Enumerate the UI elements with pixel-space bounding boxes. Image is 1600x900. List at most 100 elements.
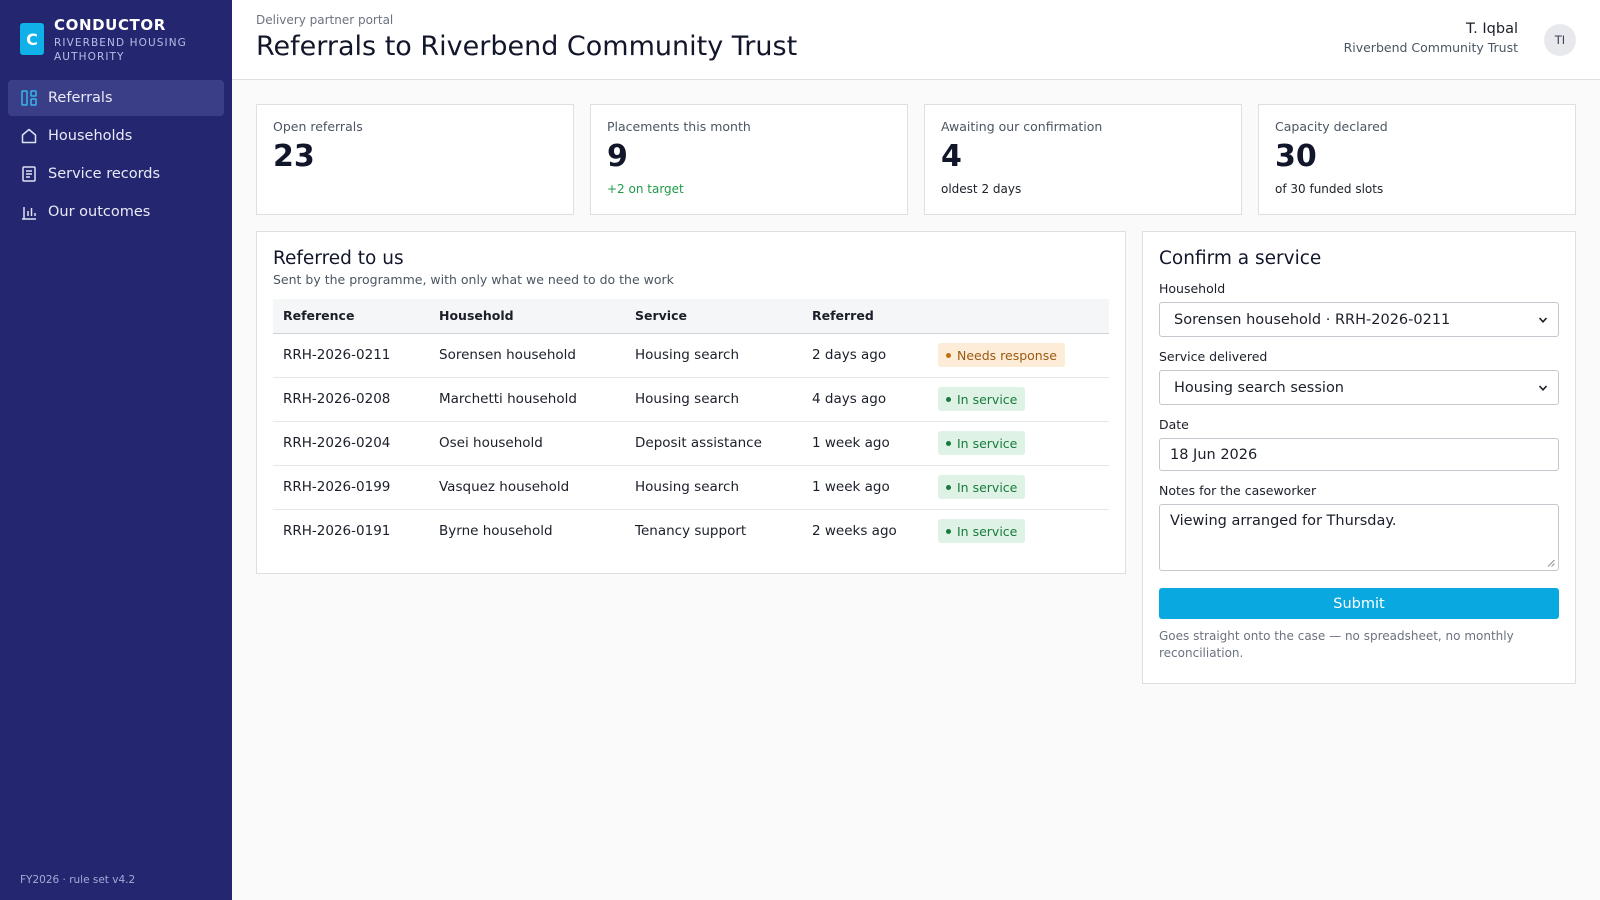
referrals-table: Reference Household Service Referred RRH… [273, 299, 1109, 553]
sidebar-item-label: Service records [48, 166, 161, 182]
status-badge: In service [938, 475, 1026, 499]
document-icon [22, 166, 36, 182]
cell-status: In service [928, 509, 1109, 553]
table-row[interactable]: RRH-2026-0204 Osei household Deposit ass… [273, 421, 1109, 466]
column-header[interactable]: Service [625, 299, 802, 334]
brand-name: CONDUCTOR [54, 16, 166, 34]
cell-reference: RRH-2026-0191 [283, 523, 391, 540]
status-label: In service [957, 523, 1018, 539]
stat-label: Capacity declared [1275, 119, 1388, 134]
referrals-title: Referred to us [273, 248, 404, 269]
status-label: In service [957, 479, 1018, 495]
column-header[interactable]: Household [429, 299, 625, 334]
status-badge: In service [938, 431, 1026, 455]
notes-value: Viewing arranged for Thursday. [1170, 513, 1397, 529]
status-dot [946, 528, 951, 534]
version-footer: FY2026 · rule set v4.2 [20, 874, 136, 886]
notes-label: Notes for the caseworker [1159, 483, 1317, 498]
cell-reference: RRH-2026-0208 [273, 377, 429, 422]
stat-sub: oldest 2 days [941, 182, 1022, 196]
user-org: Riverbend Community Trust [1343, 40, 1518, 55]
cell-service: Tenancy support [635, 523, 747, 540]
bar-chart-icon [22, 207, 36, 220]
cell-status: In service [928, 377, 1109, 422]
stat-label: Open referrals [273, 119, 363, 134]
cell-service: Housing search [625, 465, 802, 510]
cell-service: Deposit assistance [625, 421, 802, 466]
status-dot [946, 484, 951, 490]
cell-referred: 1 week ago [802, 421, 928, 466]
stat-value: 30 [1275, 139, 1317, 174]
submit-hint: Goes straight onto the case — no spreads… [1159, 629, 1514, 660]
table-row[interactable]: RRH-2026-0211 Sorensen household Housing… [273, 333, 1109, 378]
stat-sub: +2 on target [607, 182, 684, 196]
household-select[interactable]: Sorensen household · RRH-2026-0211 [1159, 302, 1559, 337]
stat-value: 23 [273, 139, 315, 174]
cell-household: Sorensen household [429, 333, 625, 378]
chevron-down-icon [1538, 385, 1548, 391]
date-input[interactable]: 18 Jun 2026 [1159, 438, 1559, 471]
table-row[interactable]: RRH-2026-0191 Byrne household Tenancy su… [273, 509, 1109, 553]
cell-reference: RRH-2026-0204 [273, 421, 429, 466]
cell-household: Byrne household [439, 523, 553, 540]
status-badge: In service [938, 387, 1026, 411]
stat-card-capacity: Capacity declared 30 of 30 funded slots [1258, 104, 1576, 215]
table-row[interactable]: RRH-2026-0208 Marchetti household Housin… [273, 377, 1109, 422]
stat-card-open-referrals: Open referrals 23 [256, 104, 574, 215]
home-icon [21, 128, 37, 144]
portal-eyebrow: Delivery partner portal [256, 13, 394, 27]
sidebar-nav: Referrals Households Service records Our… [0, 80, 232, 230]
brand-org: RIVERBEND HOUSING AUTHORITY [54, 37, 187, 63]
avatar[interactable]: TI [1544, 24, 1576, 56]
sidebar-item-label: Our outcomes [48, 204, 151, 220]
sidebar-item-households[interactable]: Households [8, 118, 224, 154]
cell-referred: 2 days ago [802, 333, 928, 378]
brand-logo: C [20, 23, 44, 55]
status-badge: In service [938, 519, 1026, 544]
sidebar-item-service-records[interactable]: Service records [8, 156, 224, 192]
service-delivered-select[interactable]: Housing search session [1159, 370, 1559, 405]
service-delivered-label: Service delivered [1159, 349, 1268, 364]
brand: C CONDUCTOR RIVERBEND HOUSING AUTHORITY [0, 0, 232, 80]
page-header: Delivery partner portal Referrals to Riv… [232, 0, 1600, 80]
sidebar-item-label: Households [48, 128, 133, 144]
cell-status: In service [928, 421, 1109, 466]
household-select-value: Sorensen household · RRH-2026-0211 [1174, 311, 1451, 328]
stat-card-awaiting-confirmation: Awaiting our confirmation 4 oldest 2 day… [924, 104, 1242, 215]
column-header[interactable]: Referred [802, 299, 928, 334]
cell-service: Housing search [625, 333, 802, 378]
cell-status: In service [928, 465, 1109, 510]
sidebar-item-label: Referrals [48, 90, 113, 106]
notes-textarea[interactable]: Viewing arranged for Thursday. [1159, 504, 1559, 571]
cell-household: Vasquez household [429, 465, 625, 510]
submit-button[interactable]: Submit [1159, 588, 1559, 619]
resize-grip-icon[interactable] [1547, 559, 1555, 567]
status-dot [946, 396, 951, 402]
column-header [928, 299, 1109, 334]
cell-household: Osei household [429, 421, 625, 466]
table-row[interactable]: RRH-2026-0199 Vasquez household Housing … [273, 465, 1109, 510]
sidebar-item-referrals[interactable]: Referrals [8, 80, 224, 116]
status-dot [946, 440, 951, 446]
service-select-value: Housing search session [1174, 379, 1344, 396]
date-label: Date [1159, 417, 1189, 432]
cell-reference: RRH-2026-0211 [273, 333, 429, 378]
grid-icon [21, 90, 37, 106]
referrals-panel: Referred to us Sent by the programme, wi… [256, 231, 1126, 574]
chevron-down-icon [1538, 317, 1548, 323]
confirm-title: Confirm a service [1159, 248, 1322, 269]
cell-referred: 1 week ago [802, 465, 928, 510]
status-label: In service [957, 391, 1018, 407]
user-info: T. Iqbal Riverbend Community Trust [1344, 21, 1518, 55]
status-dot [946, 352, 951, 358]
status-badge: Needs response [938, 343, 1065, 367]
cell-referred: 4 days ago [802, 377, 928, 422]
referrals-subtitle: Sent by the programme, with only what we… [273, 272, 674, 287]
cell-status: Needs response [928, 333, 1109, 378]
cell-household: Marchetti household [429, 377, 625, 422]
household-label: Household [1159, 281, 1226, 296]
cell-reference: RRH-2026-0199 [273, 465, 429, 510]
column-header[interactable]: Reference [273, 299, 429, 334]
sidebar-item-our-outcomes[interactable]: Our outcomes [8, 194, 224, 230]
status-label: In service [957, 435, 1018, 451]
